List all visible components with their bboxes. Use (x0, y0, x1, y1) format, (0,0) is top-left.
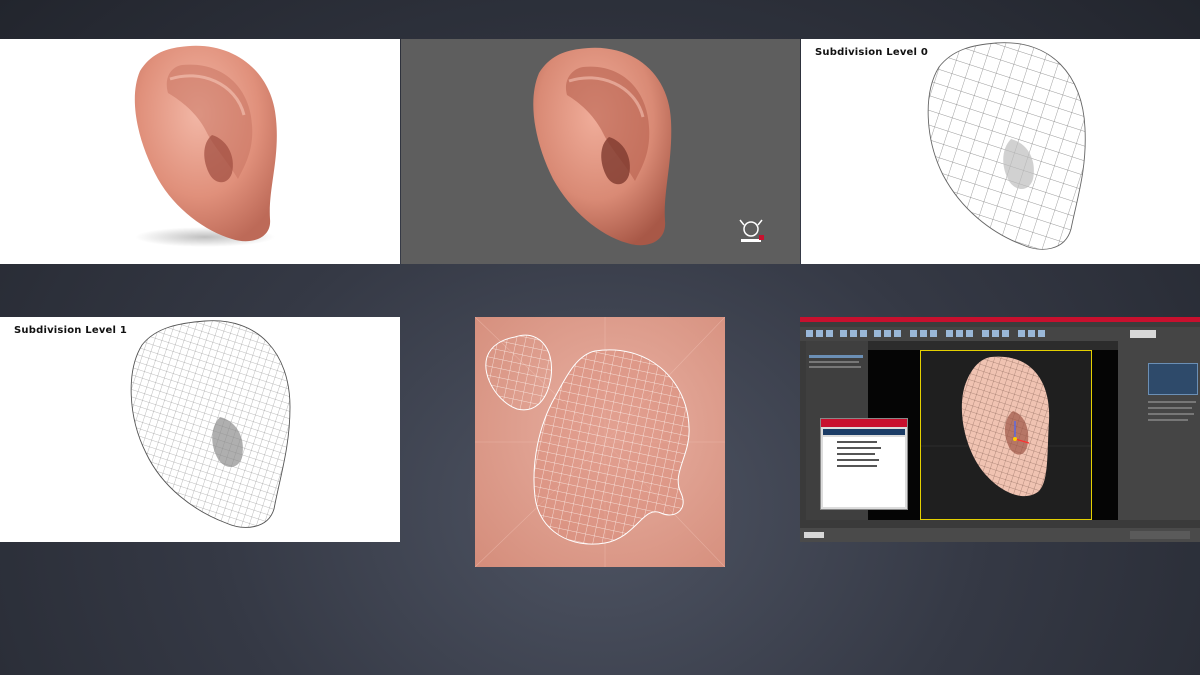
list-item (837, 441, 877, 443)
floating-dialog[interactable] (820, 418, 908, 510)
horns-logo-icon (739, 219, 764, 242)
list-item (837, 453, 875, 455)
subdivision-level-1-caption: Subdivision Level 1 (14, 325, 127, 336)
wireframe-level0-image (927, 42, 1086, 250)
wireframe-level0-panel: Subdivision Level 0 (801, 39, 1200, 264)
scene-explorer-row (809, 355, 863, 358)
main-toolbar (800, 327, 1200, 341)
right-viewport (1092, 350, 1118, 520)
playback-controls[interactable] (1130, 531, 1190, 539)
dialog-toolbar (823, 429, 905, 435)
wireframe-level1-image (130, 320, 291, 528)
ear-render-grey-image (533, 47, 764, 246)
status-bar (800, 528, 1200, 542)
uv-layout-image (475, 317, 725, 567)
list-item (837, 465, 877, 467)
viewport-ear-model (921, 356, 1091, 497)
dialog-titlebar (821, 419, 907, 427)
modifier-stack[interactable] (1148, 363, 1198, 395)
ear-render-white-panel (0, 39, 400, 264)
rollout-row (1148, 407, 1192, 409)
rollout-row (1148, 401, 1196, 403)
command-panel (1118, 341, 1200, 531)
perspective-viewport[interactable] (920, 350, 1092, 520)
timeline-bar[interactable] (800, 520, 1200, 528)
max-viewport-panel (800, 317, 1200, 542)
rollout-row (1148, 413, 1194, 415)
dialog-list[interactable] (823, 437, 905, 507)
ear-render-grey-panel (401, 39, 800, 264)
ear-render-white-image (134, 45, 277, 247)
maxscript-listener[interactable] (804, 532, 824, 538)
scene-explorer-row (809, 366, 861, 368)
list-item (837, 447, 881, 449)
subdivision-level-0-caption: Subdivision Level 0 (815, 47, 928, 58)
wireframe-level1-panel: Subdivision Level 1 (0, 317, 400, 542)
toolbar-icons (806, 330, 1156, 338)
uv-layout-panel (475, 317, 725, 567)
rollout-row (1148, 419, 1188, 421)
list-item (837, 459, 879, 461)
scene-explorer-row (809, 361, 859, 363)
